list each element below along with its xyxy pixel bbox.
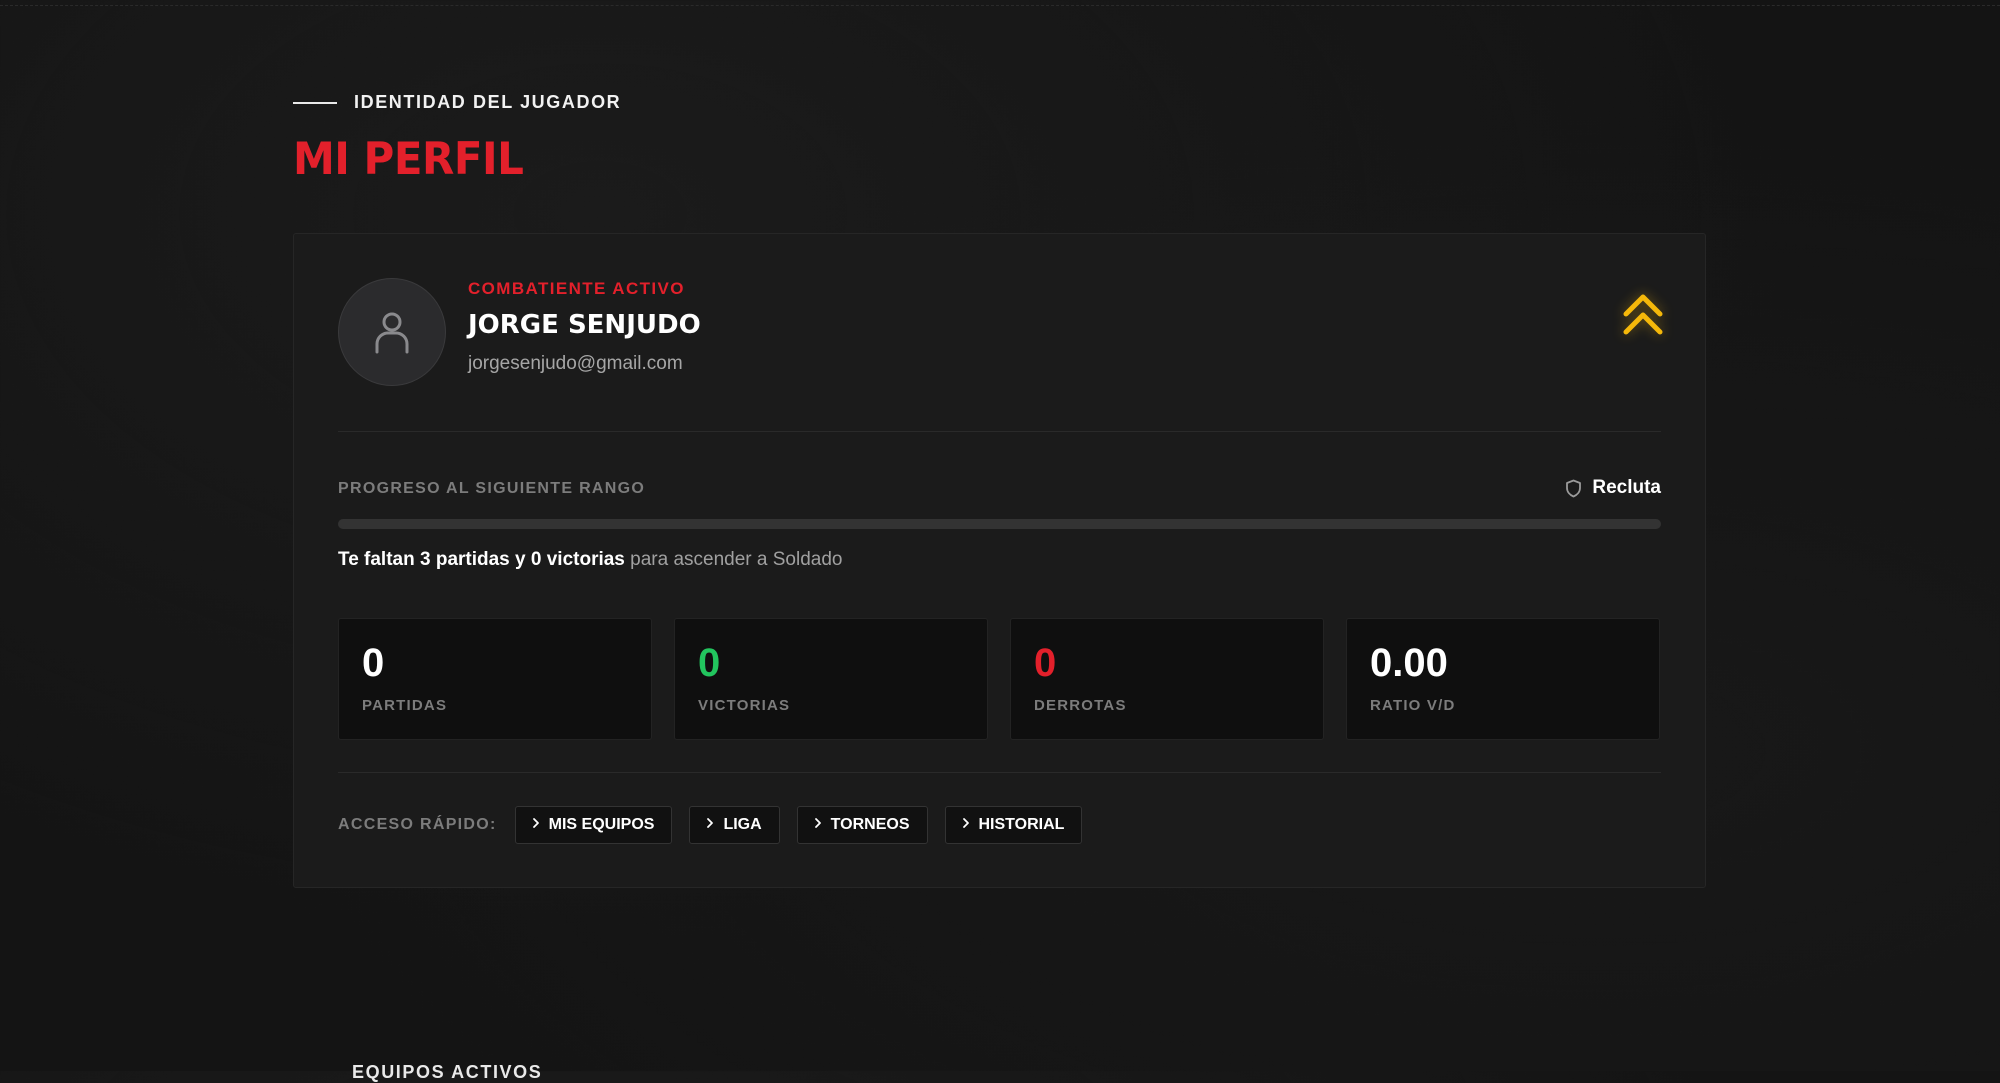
stat-value: 0.00 xyxy=(1370,641,1448,685)
kicker-line xyxy=(293,101,337,104)
player-identity: COMBATIENTE ACTIVO JORGE SENJUDO jorgese… xyxy=(468,279,701,375)
player-email: jorgesenjudo@gmail.com xyxy=(468,353,683,374)
stat-label: PARTIDAS xyxy=(362,697,448,714)
shield-icon xyxy=(1566,479,1582,497)
rank-progress-bar xyxy=(338,519,1661,529)
progress-note-strong: Te faltan 3 partidas y 0 victorias xyxy=(338,549,625,570)
stats-row: 0 PARTIDAS 0 VICTORIAS 0 DERROTAS 0.00 R… xyxy=(338,618,1660,740)
chevron-right-icon xyxy=(962,816,970,834)
stat-card-partidas: 0 PARTIDAS xyxy=(338,618,652,740)
quick-link-torneos[interactable]: TORNEOS xyxy=(796,806,928,844)
divider xyxy=(338,431,1661,432)
stat-value: 0 xyxy=(698,641,721,685)
progress-note: Te faltan 3 partidas y 0 victorias para … xyxy=(338,549,842,571)
quick-access-label: ACCESO RÁPIDO: xyxy=(338,816,497,833)
stat-card-derrotas: 0 DERROTAS xyxy=(1010,618,1324,740)
stat-label: DERROTAS xyxy=(1034,697,1127,714)
profile-card: COMBATIENTE ACTIVO JORGE SENJUDO jorgese… xyxy=(293,233,1706,888)
double-chevron-up-icon xyxy=(1621,290,1665,343)
divider xyxy=(338,772,1661,773)
user-icon xyxy=(375,312,409,354)
stat-value: 0 xyxy=(1034,641,1057,685)
quick-link-label: HISTORIAL xyxy=(978,816,1065,833)
progress-label: PROGRESO AL SIGUIENTE RANGO xyxy=(338,480,646,497)
chevron-right-icon xyxy=(706,816,714,834)
kicker-text: IDENTIDAD DEL JUGADOR xyxy=(354,92,622,112)
section-heading-equipos-activos: EQUIPOS ACTIVOS xyxy=(352,1062,543,1082)
stat-card-ratio: 0.00 RATIO V/D xyxy=(1346,618,1660,740)
quick-link-label: MIS EQUIPOS xyxy=(548,816,655,833)
quick-link-mis-equipos[interactable]: MIS EQUIPOS xyxy=(514,806,673,844)
chevron-right-icon xyxy=(814,816,822,834)
quick-link-label: LIGA xyxy=(723,816,762,833)
status-label: COMBATIENTE ACTIVO xyxy=(468,279,685,298)
page-title: MI PERFIL xyxy=(293,133,524,185)
stat-label: VICTORIAS xyxy=(698,697,791,714)
kicker: IDENTIDAD DEL JUGADOR xyxy=(293,92,621,113)
avatar xyxy=(338,278,446,386)
chevron-right-icon xyxy=(532,816,540,834)
stat-value: 0 xyxy=(362,641,385,685)
stat-card-victorias: 0 VICTORIAS xyxy=(674,618,988,740)
quick-link-label: TORNEOS xyxy=(830,816,910,833)
quick-link-liga[interactable]: LIGA xyxy=(689,806,780,844)
top-border xyxy=(0,5,2000,7)
current-rank: Recluta xyxy=(1565,477,1661,499)
section-header: IDENTIDAD DEL JUGADOR MI PERFIL xyxy=(293,92,621,185)
player-name: JORGE SENJUDO xyxy=(468,310,701,340)
quick-link-historial[interactable]: HISTORIAL xyxy=(944,806,1083,844)
quick-access: ACCESO RÁPIDO: MIS EQUIPOS LIGA TORNEOS … xyxy=(338,806,1099,844)
current-rank-label: Recluta xyxy=(1592,477,1661,498)
stat-label: RATIO V/D xyxy=(1370,697,1456,714)
progress-note-rest: para ascender a Soldado xyxy=(624,549,843,570)
